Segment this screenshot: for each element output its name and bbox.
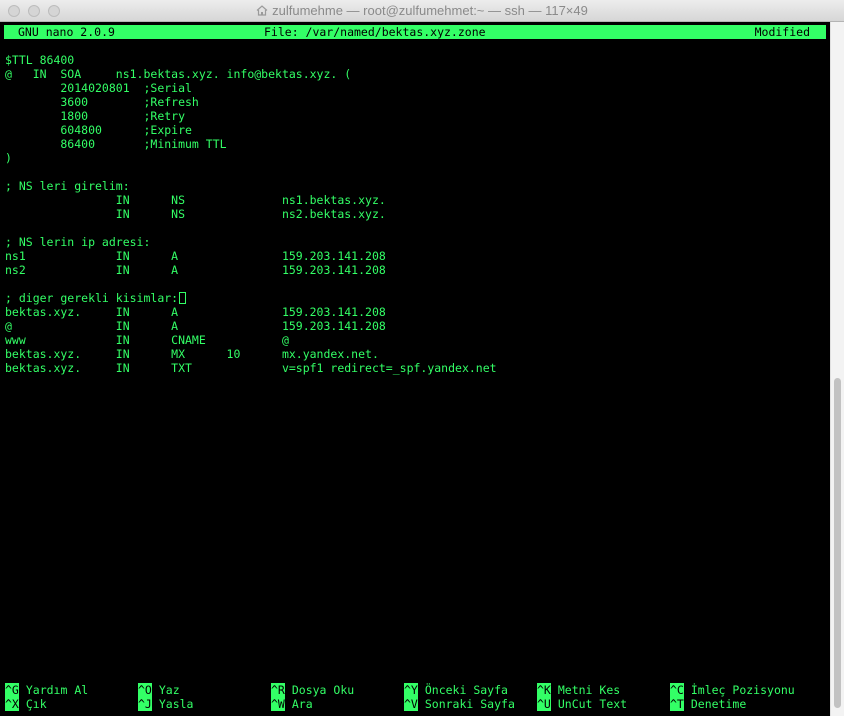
shortcut-key: ^O [138,683,152,697]
text-cursor [179,292,187,304]
editor-line: @ IN SOA ns1.bektas.xyz. info@bektas.xyz… [5,67,352,81]
nano-version: GNU nano 2.0.9 [18,25,115,39]
editor-line: 1800 ;Retry [5,109,186,123]
shortcut-prev-page[interactable]: ^Y Önceki Sayfa [404,683,508,697]
shortcut-key: ^U [537,697,551,711]
shortcut-label: Sonraki Sayfa [424,697,515,711]
editor-line: ns1 IN A 159.203.141.208 [5,249,386,263]
editor-line: 3600 ;Refresh [5,95,199,109]
shortcut-label: Yasla [158,697,194,711]
editor-line-with-cursor: ; diger gerekli kisimlar: [5,291,825,305]
terminal-window: zulfumehme — root@zulfumehmet:~ — ssh — … [0,0,844,716]
shortcut-cursor-pos[interactable]: ^C İmleç Pozisyonu [670,683,795,697]
editor-line: $TTL 86400 [5,53,75,67]
vertical-scrollbar[interactable] [830,22,844,716]
shortcut-label: Metni Kes [557,683,621,697]
title-bar: zulfumehme — root@zulfumehmet:~ — ssh — … [0,0,844,22]
shortcut-justify[interactable]: ^J Yasla [138,697,193,711]
shortcut-key: ^X [5,697,19,711]
editor-line: 86400 ;Minimum TTL [5,137,227,151]
shortcut-key: ^K [537,683,551,697]
shortcut-key: ^R [271,683,285,697]
shortcut-key: ^T [670,697,684,711]
shortcut-label: Denetime [690,697,747,711]
editor-line-text: ; diger gerekli kisimlar: [5,291,179,305]
shortcut-key: ^C [670,683,684,697]
shortcut-key: ^J [138,697,152,711]
scrollbar-thumb[interactable] [834,378,841,708]
shortcut-help[interactable]: ^G Yardım Al [5,683,88,697]
shortcut-label: Yardım Al [25,683,89,697]
shortcut-key: ^V [404,697,418,711]
editor-line: ) [5,151,12,165]
shortcut-key: ^W [271,697,285,711]
home-icon [256,5,268,16]
editor-text-area[interactable]: $TTL 86400 @ IN SOA ns1.bektas.xyz. info… [5,53,825,653]
editor-line: IN NS ns2.bektas.xyz. [5,207,386,221]
editor-line: @ IN A 159.203.141.208 [5,319,386,333]
editor-line: ; NS lerin ip adresi: [5,235,151,249]
shortcut-next-page[interactable]: ^V Sonraki Sayfa [404,697,515,711]
shortcut-label: Önceki Sayfa [424,683,508,697]
editor-line: bektas.xyz. IN A 159.203.141.208 [5,305,386,319]
shortcut-write-out[interactable]: ^O Yaz [138,683,180,697]
shortcut-to-spell[interactable]: ^T Denetime [670,697,746,711]
shortcut-label: Yaz [158,683,180,697]
editor-line: www IN CNAME @ [5,333,289,347]
shortcut-label: Çık [25,697,47,711]
shortcut-exit[interactable]: ^X Çık [5,697,47,711]
shortcut-key: ^Y [404,683,418,697]
editor-line: bektas.xyz. IN TXT v=spf1 redirect=_spf.… [5,361,497,375]
editor-line: IN NS ns1.bektas.xyz. [5,193,386,207]
editor-line: bektas.xyz. IN MX 10 mx.yandex.net. [5,347,379,361]
editor-line: 604800 ;Expire [5,123,192,137]
window-title: zulfumehme — root@zulfumehmet:~ — ssh — … [272,3,588,18]
shortcut-cut-text[interactable]: ^K Metni Kes [537,683,620,697]
file-name: File: /var/named/bektas.xyz.zone [264,25,486,39]
shortcut-label: Dosya Oku [291,683,355,697]
shortcut-where-is[interactable]: ^W Ara [271,697,313,711]
shortcut-label: İmleç Pozisyonu [690,683,795,697]
shortcut-uncut-text[interactable]: ^U UnCut Text [537,697,627,711]
shortcut-label: Ara [291,697,313,711]
editor-line: ns2 IN A 159.203.141.208 [5,263,386,277]
modified-status: Modified [754,25,810,39]
shortcut-bar: ^G Yardım Al ^O Yaz ^R Dosya Oku ^Y Önceki S… [5,683,825,711]
shortcut-key: ^G [5,683,19,697]
window-title-area: zulfumehme — root@zulfumehmet:~ — ssh — … [0,0,844,22]
editor-line: ; NS leri girelim: [5,179,130,193]
nano-header-bar: GNU nano 2.0.9 File: /var/named/bektas.x… [4,25,826,39]
terminal-view[interactable]: GNU nano 2.0.9 File: /var/named/bektas.x… [0,22,830,716]
editor-line: 2014020801 ;Serial [5,81,192,95]
shortcut-read-file[interactable]: ^R Dosya Oku [271,683,354,697]
shortcut-label: UnCut Text [557,697,628,711]
